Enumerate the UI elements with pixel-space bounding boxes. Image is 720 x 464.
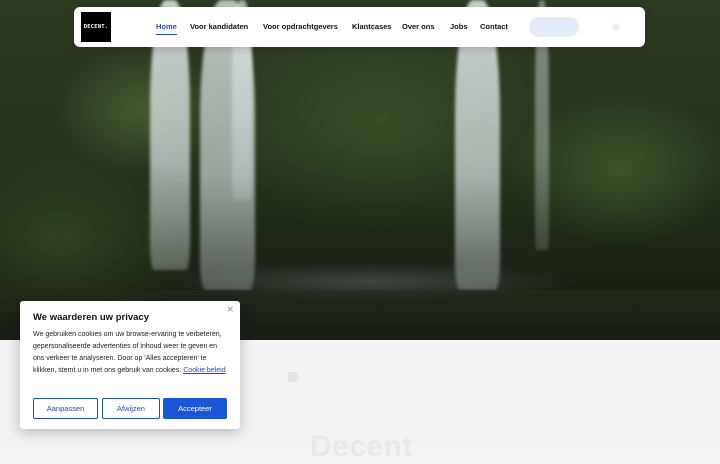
nav-item-home[interactable]: Home bbox=[156, 22, 177, 35]
hero-background bbox=[0, 0, 720, 340]
nav-item-label: Home bbox=[156, 22, 177, 31]
active-underline bbox=[156, 33, 177, 35]
close-icon[interactable]: × bbox=[226, 305, 234, 315]
reject-button[interactable]: Afwijzen bbox=[102, 398, 160, 419]
nav-item-voor-kandidaten[interactable]: Voor kandidaten bbox=[190, 22, 248, 31]
nav-item-contact[interactable]: Contact bbox=[480, 22, 508, 31]
section-heading: Decent bbox=[310, 430, 414, 463]
accept-button[interactable]: Accepteer bbox=[163, 398, 227, 419]
language-icon[interactable] bbox=[612, 23, 620, 31]
nav-item-voor-opdrachtgevers[interactable]: Voor opdrachtgevers bbox=[263, 22, 338, 31]
section-icon bbox=[288, 372, 298, 382]
cookie-title: We waarderen uw privacy bbox=[33, 312, 149, 323]
logo[interactable]: DECENT. bbox=[81, 12, 111, 42]
customize-button[interactable]: Aanpassen bbox=[33, 398, 98, 419]
cookie-banner: × We waarderen uw privacy We gebruiken c… bbox=[20, 301, 240, 429]
cookie-text: We gebruiken cookies om uw browse-ervari… bbox=[33, 329, 229, 377]
nav-item-jobs[interactable]: Jobs bbox=[450, 22, 468, 31]
cookie-policy-link[interactable]: Cookie beleid bbox=[183, 367, 225, 374]
navbar: DECENT. Home Voor kandidaten Voor opdrac… bbox=[74, 7, 645, 47]
nav-item-klantcases[interactable]: Klantcases bbox=[352, 22, 392, 31]
nav-cta-button[interactable] bbox=[529, 17, 579, 37]
nav-item-over-ons[interactable]: Over ons bbox=[402, 22, 435, 31]
